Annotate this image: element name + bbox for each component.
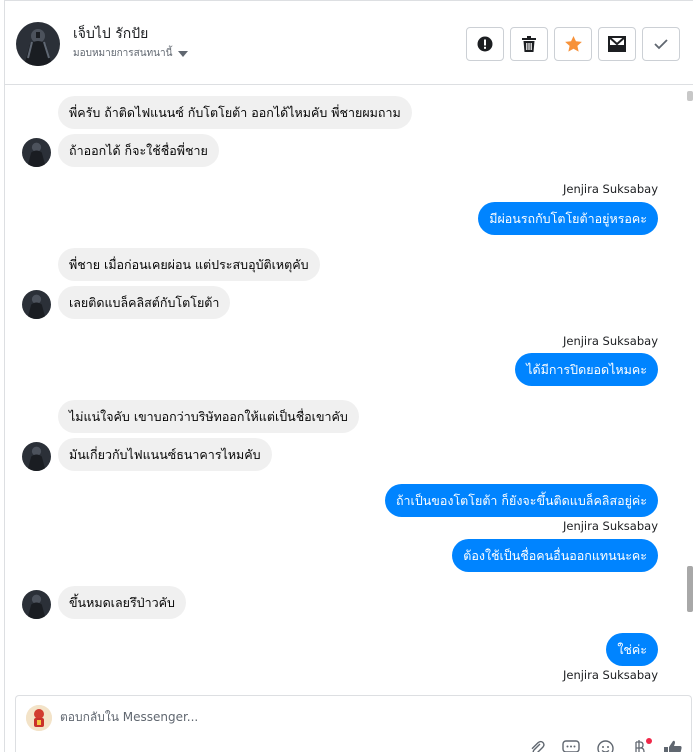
mark-unread-button[interactable] — [598, 27, 636, 61]
emoji-icon — [596, 740, 614, 752]
scrollbar-thumb[interactable] — [687, 566, 693, 612]
mark-done-button[interactable] — [642, 27, 680, 61]
inbox-conversation-window: เจ็บไป รักปัย มอบหมายการสนทนานี้ พี่ครับ… — [4, 0, 693, 752]
outgoing-message: ใช่ค่ะ — [606, 633, 658, 666]
saved-replies-button[interactable] — [561, 740, 581, 752]
contact-avatar[interactable] — [16, 22, 60, 66]
mark-unread-icon — [608, 36, 626, 52]
contact-avatar-small — [22, 442, 51, 471]
notification-dot — [646, 738, 652, 744]
incoming-message: พี่ครับ ถ้าติดไฟแนนซ์ กับโตโยต้า ออกได้ไ… — [58, 96, 412, 129]
thumbs-up-icon — [664, 740, 682, 752]
emoji-button[interactable] — [595, 740, 615, 752]
attachment-icon — [531, 740, 545, 752]
conversation-actions — [466, 27, 680, 61]
payment-icon — [635, 740, 645, 752]
incoming-message: ถ้าออกได้ ก็จะใช้ชื่อพี่ชาย — [58, 134, 219, 167]
contact-name: เจ็บไป รักปัย — [73, 26, 149, 42]
contact-avatar-small — [22, 290, 51, 319]
thread-scrollbar[interactable] — [687, 86, 693, 690]
mark-spam-button[interactable] — [466, 27, 504, 61]
outgoing-message: ได้มีการปิดยอดไหมคะ — [515, 353, 658, 386]
reply-input[interactable] — [60, 706, 600, 728]
chevron-down-icon — [178, 51, 189, 57]
saved-replies-icon — [562, 740, 580, 752]
sender-name: Jenjira Suksabay — [562, 182, 658, 196]
reply-composer — [15, 695, 692, 752]
incoming-message: เลยติดแบล็คลิสต์กับโตโยต้า — [58, 286, 231, 319]
delete-button[interactable] — [510, 27, 548, 61]
incoming-message: มันเกี่ยวกับไฟแนนซ์ธนาคารไหมคับ — [58, 438, 272, 471]
assign-label: มอบหมายการสนทนานี้ — [73, 48, 173, 59]
incoming-message: ขึ้นหมดเลยรึป่าวคับ — [58, 586, 186, 619]
star-icon — [564, 36, 582, 52]
outgoing-message: ต้องใช้เป็นชื่อคนอื่นออกแทนนะคะ — [452, 539, 658, 572]
composer-tools — [527, 738, 683, 752]
incoming-message: พี่ชาย เมื่อก่อนเคยผ่อน แต่ประสบอุบัติเห… — [58, 248, 320, 281]
attachment-button[interactable] — [527, 740, 547, 752]
incoming-message: ไม่แน่ใจคับ เขาบอกว่าบริษัทออกให้แต่เป็น… — [58, 400, 359, 433]
message-thread[interactable]: พี่ครับ ถ้าติดไฟแนนซ์ กับโตโยต้า ออกได้ไ… — [5, 86, 688, 690]
contact-avatar-small — [22, 590, 51, 619]
alert-icon — [477, 36, 493, 52]
conversation-header: เจ็บไป รักปัย มอบหมายการสนทนานี้ — [5, 1, 693, 85]
page-avatar — [26, 705, 52, 731]
sender-name: Jenjira Suksabay — [562, 668, 658, 682]
sender-name: Jenjira Suksabay — [562, 334, 658, 348]
assign-conversation-dropdown[interactable]: มอบหมายการสนทนานี้ — [73, 46, 189, 61]
sender-name: Jenjira Suksabay — [562, 519, 658, 533]
checkmark-icon — [654, 39, 668, 50]
outgoing-message: มีผ่อนรถกับโตโยต้าอยู่หรอคะ — [478, 202, 658, 235]
trash-icon — [522, 36, 536, 52]
outgoing-message: ถ้าเป็นของโตโยต้า ก็ยังจะขึ้นติดแบล็คลิส… — [384, 484, 658, 517]
like-button[interactable] — [663, 740, 683, 752]
payment-button[interactable] — [629, 738, 652, 752]
contact-avatar-small — [22, 138, 51, 167]
star-button[interactable] — [554, 27, 592, 61]
scrollbar-track-marker — [687, 91, 693, 101]
